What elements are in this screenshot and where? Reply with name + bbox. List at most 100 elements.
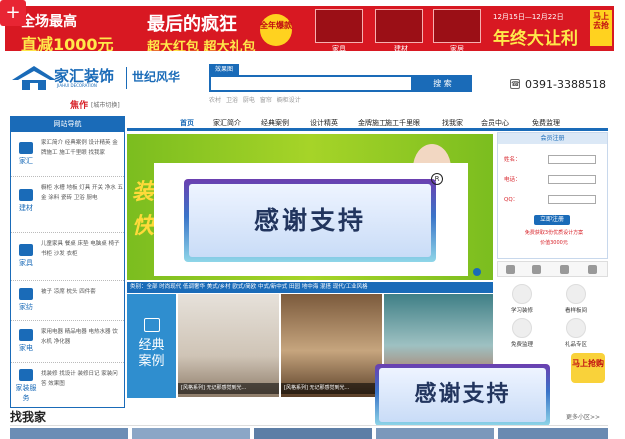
hot-word-link[interactable]: 农村 (209, 97, 221, 104)
site-logo[interactable]: 家汇装饰 JIAHUI DECORATION 世纪风华 (12, 62, 187, 94)
signup-name-input[interactable] (548, 155, 596, 164)
sidebar-links[interactable]: 儿童家具 餐桌 床垫 电脑桌 椅子 书柜 沙发 衣柜 (41, 239, 123, 259)
sidebar-group-furniture: 家具 儿童家具 餐桌 床垫 电脑桌 椅子 书柜 沙发 衣柜 (11, 235, 124, 281)
search-tab[interactable]: 效果图 (209, 64, 239, 75)
hot-word-link[interactable]: 窗帘 (260, 97, 272, 104)
nav-about[interactable]: 家汇简介 (213, 116, 241, 130)
sidebar-category[interactable]: 家汇 (14, 142, 38, 166)
service-showroom[interactable]: 看样板间 (553, 284, 599, 314)
service-icon (19, 369, 33, 381)
chart-icon[interactable] (588, 265, 597, 274)
promo-product-label: 建材 (394, 45, 408, 51)
case-label-line1: 经典 (138, 338, 165, 353)
signup-button[interactable]: 立即注册 (534, 215, 570, 225)
sidebar-group-jiahui: 家汇 家汇简介 经典案例 设计精英 金牌施工 施工千里眼 找我家 (11, 134, 124, 177)
sidebar-category[interactable]: 家装服务 (14, 369, 38, 403)
sidebar-links[interactable]: 被子 凉席 枕头 四件套 (41, 287, 123, 297)
promo-badge: 全年爆款 (260, 14, 292, 46)
sidebar-links[interactable]: 家用电器 精品电器 电热水器 饮水机 净化器 (41, 327, 123, 347)
community-thumb[interactable] (376, 428, 494, 439)
case-photo[interactable]: [风格系列] 无记那感觉到光... (281, 294, 382, 397)
signup-phone-input[interactable] (548, 175, 596, 184)
sidebar-category-label: 建材 (19, 204, 33, 212)
sidebar-category-label: 家装服务 (15, 384, 37, 402)
signup-phone-label: 电话： (504, 177, 521, 183)
case-photo-caption: [风格系列] 无记那感觉到光... (281, 383, 382, 394)
community-thumb[interactable] (132, 428, 250, 439)
signup-name-label: 姓名： (504, 157, 521, 163)
logo-english: JIAHUI DECORATION (57, 83, 97, 88)
service-supervision[interactable]: 免费监理 (499, 318, 545, 348)
sidebar-category[interactable]: 建材 (14, 189, 38, 213)
corner-plus-icon[interactable]: + (0, 0, 26, 26)
trophy-icon[interactable] (506, 265, 515, 274)
sidebar-group-textile: 家纺 被子 凉席 枕头 四件套 (11, 283, 124, 321)
signup-qq-input[interactable] (548, 195, 596, 204)
community-thumb[interactable] (10, 428, 128, 439)
grab-now-tag[interactable]: 马上抢购 (571, 353, 605, 383)
sidebar-category-label: 家具 (19, 259, 33, 267)
promo-mid: 最后的疯狂 超大红包 超大礼包 (147, 10, 256, 51)
top-promo-banner[interactable]: 全场最高 直减1000元 最后的疯狂 超大红包 超大礼包 全年爆款 家具 建材 … (5, 6, 614, 51)
promo-product-image (375, 9, 423, 43)
tv-icon (19, 329, 33, 341)
sidebar-category[interactable]: 家电 (14, 329, 38, 353)
sidebar-title: 网站导航 (11, 117, 124, 132)
style-filter-bar[interactable]: 类别：全部 时尚现代 低调奢华 美式/乡村 欧式/简欧 中式/新中式 田园 地中… (127, 282, 493, 293)
book-icon (512, 284, 532, 304)
sidebar-category-label: 家纺 (19, 303, 33, 311)
thanks-ad-box: 感谢支持 (184, 179, 436, 262)
sofa-icon (19, 244, 33, 256)
city-switch-link[interactable]: [城市切换] (91, 100, 120, 109)
sidebar-group-appliance: 家电 家用电器 精品电器 电热水器 饮水机 净化器 (11, 323, 124, 363)
hero-headline: 装 (132, 180, 155, 205)
signup-title: 会员注册 (498, 133, 607, 144)
service-label: 免费监理 (510, 342, 533, 348)
search-button[interactable]: 搜 索 (413, 75, 472, 92)
signup-qq-label: QQ： (504, 197, 519, 203)
promo-right-text: 年终大让利 (493, 29, 578, 49)
service-learn[interactable]: 学习装修 (499, 284, 545, 314)
registered-mark: R (431, 173, 443, 185)
promo-grab-tag[interactable]: 马上去抢 (590, 10, 612, 46)
thanks-ad-overlay[interactable]: 感谢支持 R (154, 163, 468, 276)
nav-construction[interactable]: 金牌施工 (358, 116, 386, 130)
hot-word-link[interactable]: 卫浴 (226, 97, 238, 104)
thanks-ad-floating-text: 感谢支持 (379, 368, 546, 422)
community-thumb[interactable] (254, 428, 372, 439)
shield-icon (512, 318, 532, 338)
site-navigation-sidebar: 网站导航 家汇 家汇简介 经典案例 设计精英 金牌施工 施工千里眼 找我家 建材… (10, 116, 125, 408)
hot-word-link[interactable]: 橱柜设计 (277, 97, 301, 104)
group-icon[interactable] (560, 265, 569, 274)
nav-cases[interactable]: 经典案例 (261, 116, 289, 130)
nav-site-camera[interactable]: 施工千里眼 (385, 116, 420, 130)
nav-supervision[interactable]: 免费监理 (532, 116, 560, 130)
sidebar-links[interactable]: 家汇简介 经典案例 设计精英 金牌施工 施工千里眼 找我家 (41, 138, 123, 158)
thanks-ad-floating[interactable]: 感谢支持 (375, 364, 550, 426)
house-roof-icon (12, 66, 56, 90)
carousel-dot[interactable] (473, 268, 481, 276)
promo-product-image (315, 9, 363, 43)
people-icon[interactable] (532, 265, 541, 274)
community-thumb[interactable] (498, 428, 608, 439)
promo-left-line1: 全场最高 (21, 14, 77, 30)
nav-home[interactable]: 首页 (180, 116, 194, 130)
promo-product-label: 家具 (332, 45, 346, 51)
nav-find-home[interactable]: 找我家 (442, 116, 463, 130)
nav-member[interactable]: 会员中心 (481, 116, 509, 130)
city-label: 焦作 (70, 101, 89, 111)
sidebar-links[interactable]: 橱柜 水槽 地板 灯具 开关 净水 五金 涂料 瓷砖 卫浴 厨电 (41, 183, 123, 203)
nav-designers[interactable]: 设计精英 (310, 116, 338, 130)
signup-value-note: 价值3000元 (540, 240, 568, 246)
service-gifts[interactable]: 礼品专区 (553, 318, 599, 348)
thanks-ad-text: 感谢支持 (189, 184, 431, 257)
member-signup-form: 会员注册 姓名： 电话： QQ： 立即注册 免费获取3份优质设计方案 价值300… (497, 132, 608, 259)
sidebar-category[interactable]: 家具 (14, 244, 38, 268)
classic-cases-block[interactable]: 经典 案例 (127, 294, 176, 398)
sidebar-links[interactable]: 找装修 找设计 装修日记 家装问答 效果图 (41, 369, 123, 389)
case-photo[interactable]: [风格系列] 无记那感觉到光... (178, 294, 279, 397)
more-communities-link[interactable]: 更多小区>> (566, 412, 600, 421)
search-input[interactable] (209, 75, 413, 92)
hot-word-link[interactable]: 厨电 (243, 97, 255, 104)
sidebar-category[interactable]: 家纺 (14, 288, 38, 312)
